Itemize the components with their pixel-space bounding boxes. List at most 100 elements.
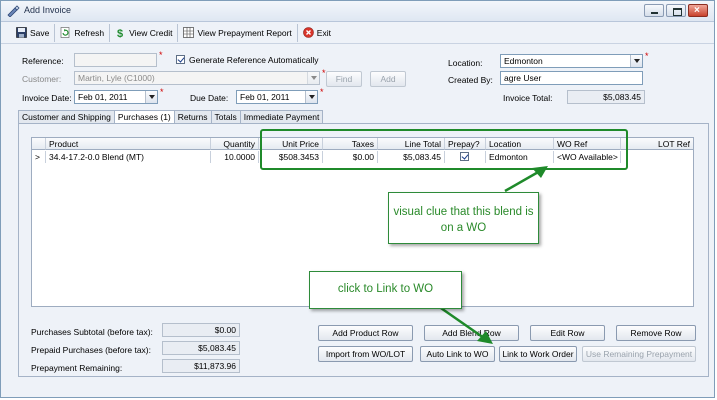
save-icon (16, 27, 27, 38)
title-bar: Add Invoice × (1, 1, 714, 22)
cell-taxes[interactable]: $0.00 (323, 151, 378, 163)
reference-input[interactable] (74, 53, 157, 67)
auto-link-to-wo-button[interactable]: Auto Link to WO (420, 346, 495, 362)
chevron-down-icon[interactable] (630, 55, 642, 67)
tab-immediate-payment[interactable]: Immediate Payment (239, 110, 324, 123)
cell-wo-ref[interactable]: <WO Available> (554, 151, 621, 163)
due-date-label: Due Date: (190, 93, 229, 103)
column-header-lot-ref[interactable]: LOT Ref (621, 138, 693, 150)
invoice-date-label: Invoice Date: (22, 93, 72, 103)
cell-line-total[interactable]: $5,083.45 (378, 151, 445, 163)
customer-value: Martin, Lyle (C1000) (78, 73, 155, 83)
add-blend-row-button[interactable]: Add Blend Row (424, 325, 519, 341)
view-credit-button[interactable]: $ View Credit (110, 23, 179, 42)
exit-button[interactable]: Exit (298, 24, 336, 42)
cell-product[interactable]: 34.4-17.2-0.0 Blend (MT) (46, 151, 211, 163)
location-label: Location: (448, 58, 483, 68)
invoice-date-picker[interactable]: Feb 01, 2011 (74, 90, 158, 104)
purchases-tab-panel: Product Quantity Unit Price Taxes Line T… (18, 123, 709, 377)
column-header-product[interactable]: Product (46, 138, 211, 150)
prepaid-purchases-value: $5,083.45 (162, 341, 240, 355)
prepaid-purchases-label: Prepaid Purchases (before tax): (31, 345, 152, 355)
reference-label: Reference: (22, 56, 64, 66)
invoice-total-value: $5,083.45 (567, 90, 645, 104)
generate-reference-label: Generate Reference Automatically (189, 55, 319, 65)
cell-quantity[interactable]: 10.0000 (211, 151, 259, 163)
customer-label: Customer: (22, 74, 62, 84)
column-header-wo-ref[interactable]: WO Ref (554, 138, 621, 150)
column-header-prepay[interactable]: Prepay? (445, 138, 486, 150)
required-marker: * (320, 87, 324, 97)
dollar-icon: $ (117, 28, 123, 38)
remove-row-button[interactable]: Remove Row (616, 325, 696, 341)
tab-customer-and-shipping[interactable]: Customer and Shipping (18, 110, 115, 123)
exit-icon (302, 27, 314, 38)
cell-lot-ref[interactable] (621, 151, 693, 163)
save-button[interactable]: Save (11, 23, 56, 42)
minimize-button[interactable] (644, 4, 664, 17)
cell-location[interactable]: Edmonton (486, 151, 554, 163)
close-icon: × (694, 5, 700, 16)
customer-select[interactable]: Martin, Lyle (C1000) (74, 71, 320, 85)
column-header-unit-price[interactable]: Unit Price (259, 138, 323, 150)
due-date-picker[interactable]: Feb 01, 2011 (236, 90, 318, 104)
invoice-date-value: Feb 01, 2011 (78, 92, 128, 102)
invoice-total-label: Invoice Total: (503, 93, 553, 103)
view-credit-label: View Credit (129, 27, 173, 38)
column-header-location[interactable]: Location (486, 138, 554, 150)
view-prepayment-report-button[interactable]: View Prepayment Report (178, 23, 298, 42)
tab-returns[interactable]: Returns (173, 110, 212, 123)
find-customer-button[interactable]: Find (326, 71, 362, 87)
chevron-down-icon[interactable] (145, 91, 157, 103)
tab-totals[interactable]: Totals (210, 110, 241, 123)
row-indicator: > (32, 151, 46, 163)
toolbar: Save Refresh $ View Credit View Prepayme… (1, 22, 714, 44)
cell-unit-price[interactable]: $508.3453 (259, 151, 323, 163)
chevron-down-icon[interactable] (307, 72, 319, 84)
due-date-value: Feb 01, 2011 (240, 92, 290, 102)
save-label: Save (30, 27, 50, 38)
generate-reference-checkbox[interactable] (176, 55, 185, 64)
table-row[interactable]: > 34.4-17.2-0.0 Blend (MT) 10.0000 $508.… (32, 151, 693, 163)
add-invoice-window: Add Invoice × Save Refresh $ View Credit (0, 0, 715, 398)
maximize-icon (673, 8, 682, 16)
window-title: Add Invoice (24, 5, 72, 15)
chevron-down-icon[interactable] (305, 91, 317, 103)
location-select[interactable]: Edmonton (500, 54, 643, 68)
created-by-input[interactable]: agre User (500, 71, 643, 85)
close-button[interactable]: × (688, 4, 708, 17)
invoice-pen-icon (7, 5, 20, 17)
column-header-taxes[interactable]: Taxes (323, 138, 378, 150)
svg-text:$: $ (117, 28, 123, 38)
maximize-button[interactable] (666, 4, 686, 17)
import-from-wo-lot-button[interactable]: Import from WO/LOT (318, 346, 413, 362)
cell-prepay[interactable] (445, 151, 486, 163)
edit-row-button[interactable]: Edit Row (530, 325, 605, 341)
column-header-line-total[interactable]: Line Total (378, 138, 445, 150)
report-grid-icon (183, 27, 195, 38)
link-to-wo-callout: click to Link to WO (309, 271, 462, 309)
refresh-label: Refresh (74, 27, 105, 38)
purchases-subtotal-label: Purchases Subtotal (before tax): (31, 327, 153, 337)
required-marker: * (160, 87, 164, 97)
exit-label: Exit (316, 27, 331, 38)
prepay-checkbox[interactable] (460, 152, 469, 161)
required-marker: * (159, 50, 163, 60)
purchases-subtotal-value: $0.00 (162, 323, 240, 337)
minimize-icon (651, 12, 658, 14)
add-customer-button[interactable]: Add (370, 71, 406, 87)
use-remaining-prepayment-button[interactable]: Use Remaining Prepayment (582, 346, 696, 362)
created-by-label: Created By: (448, 75, 493, 85)
refresh-button[interactable]: Refresh (55, 23, 111, 42)
view-prepayment-report-label: View Prepayment Report (197, 27, 292, 38)
add-product-row-button[interactable]: Add Product Row (318, 325, 413, 341)
tab-purchases[interactable]: Purchases (1) (113, 110, 175, 124)
grid-header-row: Product Quantity Unit Price Taxes Line T… (32, 138, 693, 150)
required-marker: * (645, 51, 649, 61)
column-header-quantity[interactable]: Quantity (211, 138, 259, 150)
link-to-work-order-button[interactable]: Link to Work Order (499, 346, 577, 362)
prepayment-remaining-value: $11,873.96 (162, 359, 240, 373)
required-marker: * (322, 68, 326, 78)
prepayment-remaining-label: Prepayment Remaining: (31, 363, 123, 373)
refresh-icon (61, 27, 70, 38)
